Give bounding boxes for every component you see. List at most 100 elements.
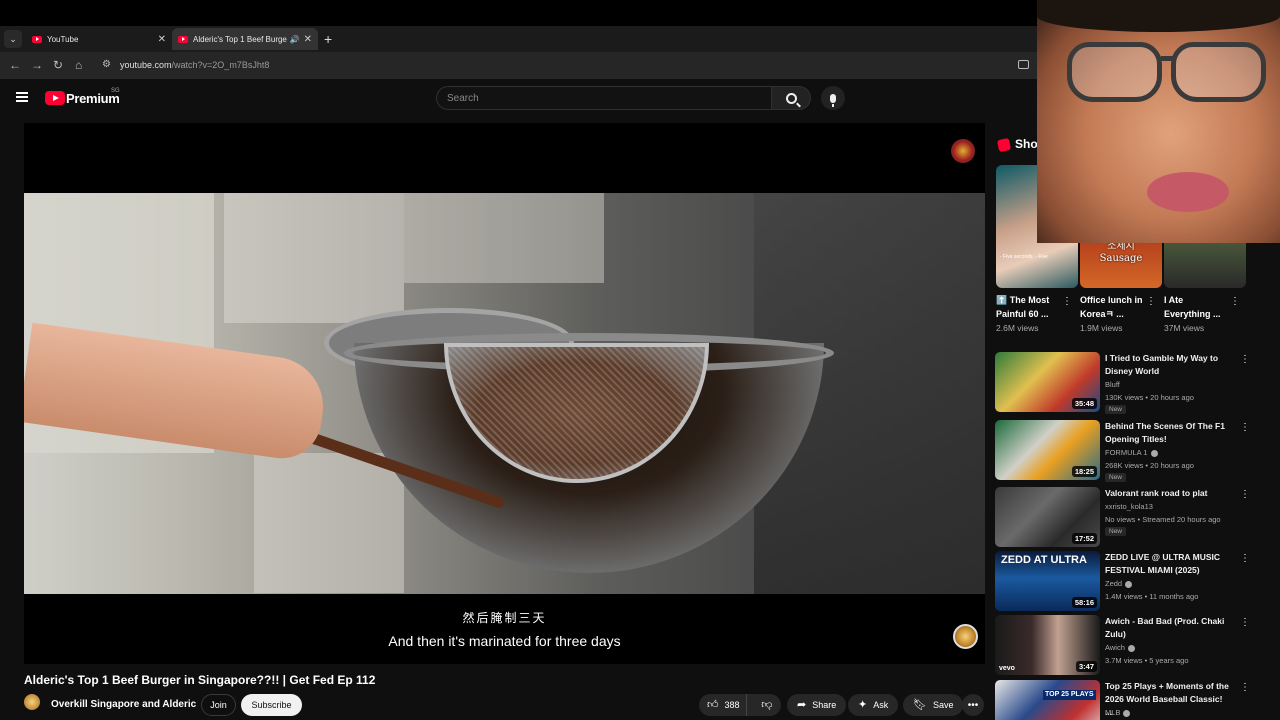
recommendation-meta: 268K views • 20 hours ago	[1105, 461, 1194, 470]
search-box	[436, 86, 771, 110]
url-path: /watch?v=2O_m7BsJht8	[171, 60, 270, 70]
cast-icon[interactable]	[1018, 60, 1029, 69]
sparkle-icon: ✦	[858, 698, 868, 711]
new-badge: New	[1105, 527, 1127, 536]
dislike-button[interactable]: 👎︎	[753, 694, 781, 716]
glasses-left-lens	[1067, 42, 1162, 102]
list-item[interactable]: vevo 3:47 Awich - Bad Bad (Prod. Chaki Z…	[995, 615, 1280, 677]
duration-badge: 18:25	[1071, 466, 1097, 477]
short-overlay-text: 소세지 Sausage	[1099, 241, 1143, 264]
logo-country: SG	[111, 88, 120, 94]
glasses-right-lens	[1171, 42, 1266, 102]
more-actions-button[interactable]: •••	[962, 694, 984, 716]
video-thumbnail[interactable]: TOP 25 PLAYS	[995, 680, 1100, 720]
recommendation-title[interactable]: I Tried to Gamble My Way to Disney World	[1105, 352, 1230, 378]
url-host: youtube.com	[120, 60, 172, 70]
more-vert-icon[interactable]: ⋮	[1062, 296, 1072, 307]
share-label: Share	[812, 700, 837, 710]
like-button[interactable]: 👍︎ 388	[699, 694, 747, 716]
tab-video[interactable]: Alderic's Top 1 Beef Burger 🔊 ✕	[172, 28, 318, 50]
recommendation-channel[interactable]: Awich	[1105, 643, 1135, 652]
more-vert-icon[interactable]: ⋮	[1240, 354, 1250, 365]
recommendation-title[interactable]: Behind The Scenes Of The F1 Opening Titl…	[1105, 420, 1230, 446]
youtube-favicon-icon	[178, 35, 188, 43]
ask-button[interactable]: ✦ Ask	[848, 694, 899, 716]
video-frame	[24, 193, 985, 594]
video-title: Alderic's Top 1 Beef Burger in Singapore…	[24, 673, 376, 687]
thumbnail-text: TOP 25 PLAYS	[1043, 690, 1096, 700]
recommendation-meta: 3.7M views • 5 years ago	[1105, 656, 1189, 665]
vevo-logo: vevo	[999, 665, 1015, 672]
tab-youtube[interactable]: YouTube ✕	[26, 28, 172, 50]
recommendation-channel[interactable]: xxristo_kola13	[1105, 502, 1153, 511]
short-title[interactable]: I Ate Everything ...	[1164, 293, 1228, 321]
verified-icon	[1123, 709, 1131, 717]
voice-search-button[interactable]	[821, 86, 845, 110]
list-item[interactable]: 18:25 Behind The Scenes Of The F1 Openin…	[995, 420, 1280, 482]
short-title[interactable]: Office lunch in Koreaㅋ ...	[1080, 293, 1144, 321]
join-button[interactable]: Join	[201, 694, 236, 716]
save-button[interactable]: 🔖︎ Save	[903, 694, 964, 716]
youtube-logo-icon[interactable]	[45, 91, 65, 105]
bookmark-icon: 🔖︎	[913, 698, 927, 711]
channel-avatar[interactable]	[24, 694, 40, 710]
branding-watermark-icon[interactable]	[953, 624, 978, 649]
back-icon[interactable]: ←	[9, 57, 21, 73]
short-views: 1.9M views	[1080, 323, 1123, 333]
shorts-logo-icon	[996, 137, 1012, 153]
video-thumbnail[interactable]: 18:25	[995, 420, 1100, 480]
search-button[interactable]	[771, 86, 811, 110]
more-vert-icon[interactable]: ⋮	[1240, 422, 1250, 433]
home-icon[interactable]: ⌂	[75, 57, 82, 73]
close-icon[interactable]: ✕	[304, 34, 312, 45]
recommendation-title[interactable]: Awich - Bad Bad (Prod. Chaki Zulu)	[1105, 615, 1230, 641]
list-item[interactable]: 17:52 Valorant rank road to plat xxristo…	[995, 487, 1280, 549]
more-vert-icon[interactable]: ⋮	[1240, 553, 1250, 564]
thumbs-down-icon: 👎︎	[761, 698, 773, 711]
short-views: 37M views	[1164, 323, 1205, 333]
forward-icon[interactable]: →	[31, 57, 43, 73]
more-vert-icon[interactable]: ⋮	[1240, 489, 1250, 500]
short-title[interactable]: ⬆️ The Most Painful 60 ...	[996, 293, 1060, 321]
url-field[interactable]: youtube.com/watch?v=2O_m7BsJht8	[120, 60, 269, 70]
save-label: Save	[932, 700, 954, 710]
share-button[interactable]: ➦ Share	[787, 694, 847, 716]
channel-watermark-icon[interactable]	[951, 139, 975, 163]
reload-icon[interactable]: ↻	[53, 57, 63, 73]
more-vert-icon[interactable]: ⋮	[1230, 296, 1240, 307]
speaker-icon[interactable]: 🔊	[290, 35, 300, 44]
video-thumbnail[interactable]: 35:48	[995, 352, 1100, 412]
subscribe-button[interactable]: Subscribe	[241, 694, 302, 716]
newspaper-wall	[224, 193, 404, 323]
verified-icon	[1125, 580, 1133, 588]
menu-icon[interactable]	[16, 92, 28, 102]
duration-badge: 17:52	[1071, 533, 1097, 544]
list-item[interactable]: 35:48 I Tried to Gamble My Way to Disney…	[995, 352, 1280, 414]
recommendation-channel[interactable]: Zedd	[1105, 579, 1133, 588]
channel-name[interactable]: Overkill Singapore and Alderic	[51, 699, 196, 710]
recommendation-title[interactable]: Valorant rank road to plat	[1105, 487, 1230, 500]
more-vert-icon[interactable]: ⋮	[1146, 296, 1156, 307]
webcam-tongue	[1147, 172, 1229, 212]
video-player[interactable]: 然后腌制三天 And then it's marinated for three…	[24, 123, 985, 664]
more-vert-icon[interactable]: ⋮	[1240, 617, 1250, 628]
new-tab-button[interactable]: +	[324, 30, 332, 48]
tab-search-button[interactable]: ⌄	[4, 30, 22, 48]
site-info-icon[interactable]: ⚙	[102, 57, 111, 73]
recommendation-channel[interactable]: FORMULA 1	[1105, 448, 1158, 457]
verified-icon	[1127, 644, 1135, 652]
recommendation-title[interactable]: ZEDD LIVE @ ULTRA MUSIC FESTIVAL MIAMI (…	[1105, 551, 1230, 577]
thumbs-up-icon: 👍︎	[707, 698, 719, 711]
video-thumbnail[interactable]: 17:52	[995, 487, 1100, 547]
video-thumbnail[interactable]: vevo 3:47	[995, 615, 1100, 675]
recommendation-channel[interactable]: Bluff	[1105, 380, 1120, 389]
search-input[interactable]	[437, 87, 737, 109]
close-icon[interactable]: ✕	[158, 34, 166, 45]
youtube-favicon-icon	[32, 35, 42, 43]
video-thumbnail[interactable]: ZEDD AT ULTRA 58:16	[995, 551, 1100, 611]
list-item[interactable]: TOP 25 PLAYS Top 25 Plays + Moments of t…	[995, 680, 1280, 720]
more-vert-icon[interactable]: ⋮	[1240, 682, 1250, 693]
list-item[interactable]: ZEDD AT ULTRA 58:16 ZEDD LIVE @ ULTRA MU…	[995, 551, 1280, 613]
verified-icon	[1150, 449, 1158, 457]
recommendation-channel[interactable]: MLB	[1105, 708, 1131, 717]
